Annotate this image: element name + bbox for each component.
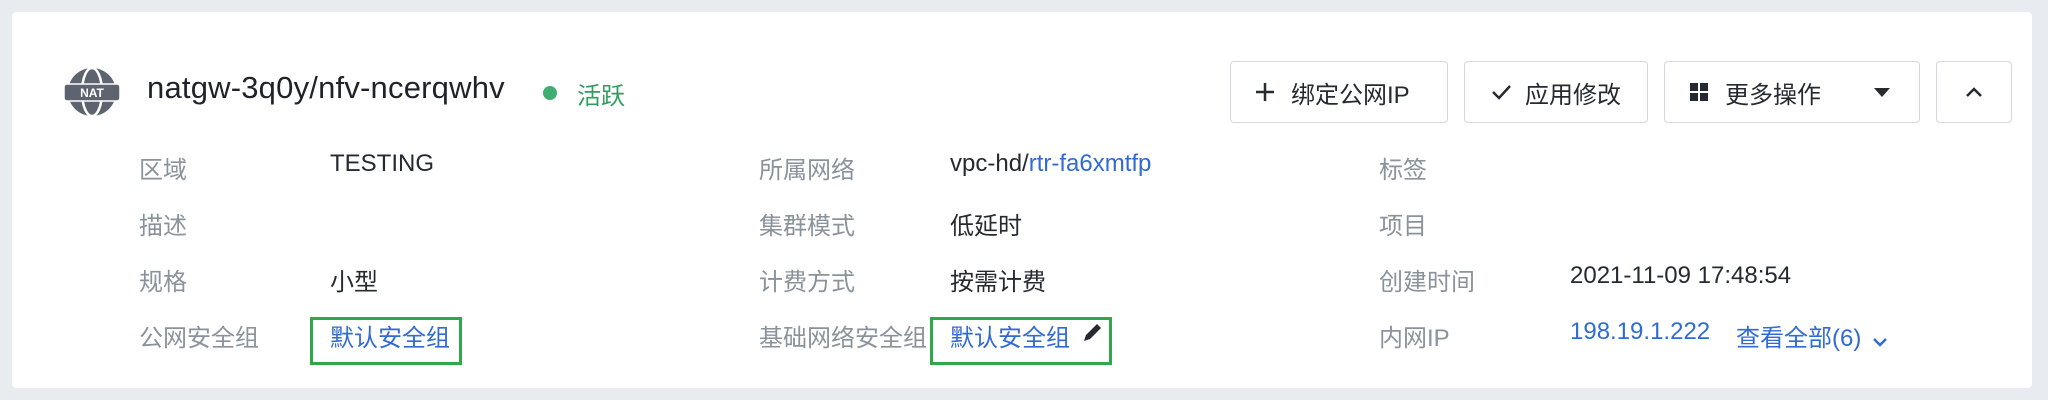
description-label: 描述 xyxy=(139,213,187,240)
bind-public-ip-label: 绑定公网IP xyxy=(1291,81,1410,109)
region-value: TESTING xyxy=(330,150,435,177)
collapse-button[interactable] xyxy=(1936,61,2012,123)
grid-icon xyxy=(1689,82,1709,102)
edit-pencil-icon[interactable] xyxy=(1081,320,1107,346)
apply-changes-button[interactable]: 应用修改 xyxy=(1464,61,1648,123)
spec-label: 规格 xyxy=(139,269,187,296)
public-security-group-link[interactable]: 默认安全组 xyxy=(330,318,450,353)
private-ip-value[interactable]: 198.19.1.222 xyxy=(1570,318,1710,346)
bind-public-ip-button[interactable]: 绑定公网IP xyxy=(1230,61,1448,123)
chevron-up-icon xyxy=(1964,86,1984,98)
plus-icon xyxy=(1253,80,1277,104)
created-time-label: 创建时间 xyxy=(1379,269,1475,296)
private-ip-label: 内网IP xyxy=(1379,325,1450,352)
view-all-ips-link[interactable]: 查看全部(6) xyxy=(1736,318,1888,354)
vpc-name: vpc-hd/ xyxy=(950,150,1029,177)
base-security-group-label: 基础网络安全组 xyxy=(759,325,927,352)
status-dot-icon xyxy=(543,86,557,100)
gateway-title: natgw-3q0y/nfv-ncerqwhv xyxy=(147,70,505,105)
spec-value: 小型 xyxy=(330,269,378,296)
more-actions-dropdown[interactable]: 更多操作 xyxy=(1664,61,1920,123)
nat-gateway-icon: NAT xyxy=(52,52,132,132)
network-label: 所属网络 xyxy=(759,157,855,184)
nat-gateway-card: NAT natgw-3q0y/nfv-ncerqwhv 活跃 绑定公网IP 应用… xyxy=(12,12,2032,388)
created-time-value: 2021-11-09 17:48:54 xyxy=(1570,262,1792,289)
status-badge: 活跃 xyxy=(577,83,625,110)
region-label: 区域 xyxy=(139,157,187,184)
base-security-group-link[interactable]: 默认安全组 xyxy=(950,318,1070,353)
nat-icon-text: NAT xyxy=(80,86,104,100)
public-security-group-label: 公网安全组 xyxy=(139,325,259,352)
caret-down-icon xyxy=(1873,86,1891,98)
view-all-label: 查看全部(6) xyxy=(1736,325,1862,352)
network-value: vpc-hd/rtr-fa6xmtfp xyxy=(950,150,1151,178)
router-link[interactable]: rtr-fa6xmtfp xyxy=(1029,150,1152,177)
project-label: 项目 xyxy=(1379,213,1427,240)
check-icon xyxy=(1489,80,1513,104)
cluster-mode-label: 集群模式 xyxy=(759,213,855,240)
cluster-mode-value: 低延时 xyxy=(950,213,1022,240)
chevron-down-icon xyxy=(1872,326,1888,354)
more-actions-label: 更多操作 xyxy=(1725,81,1821,109)
tags-label: 标签 xyxy=(1379,157,1427,184)
apply-changes-label: 应用修改 xyxy=(1525,81,1621,109)
billing-label: 计费方式 xyxy=(759,269,855,296)
billing-value: 按需计费 xyxy=(950,269,1046,296)
